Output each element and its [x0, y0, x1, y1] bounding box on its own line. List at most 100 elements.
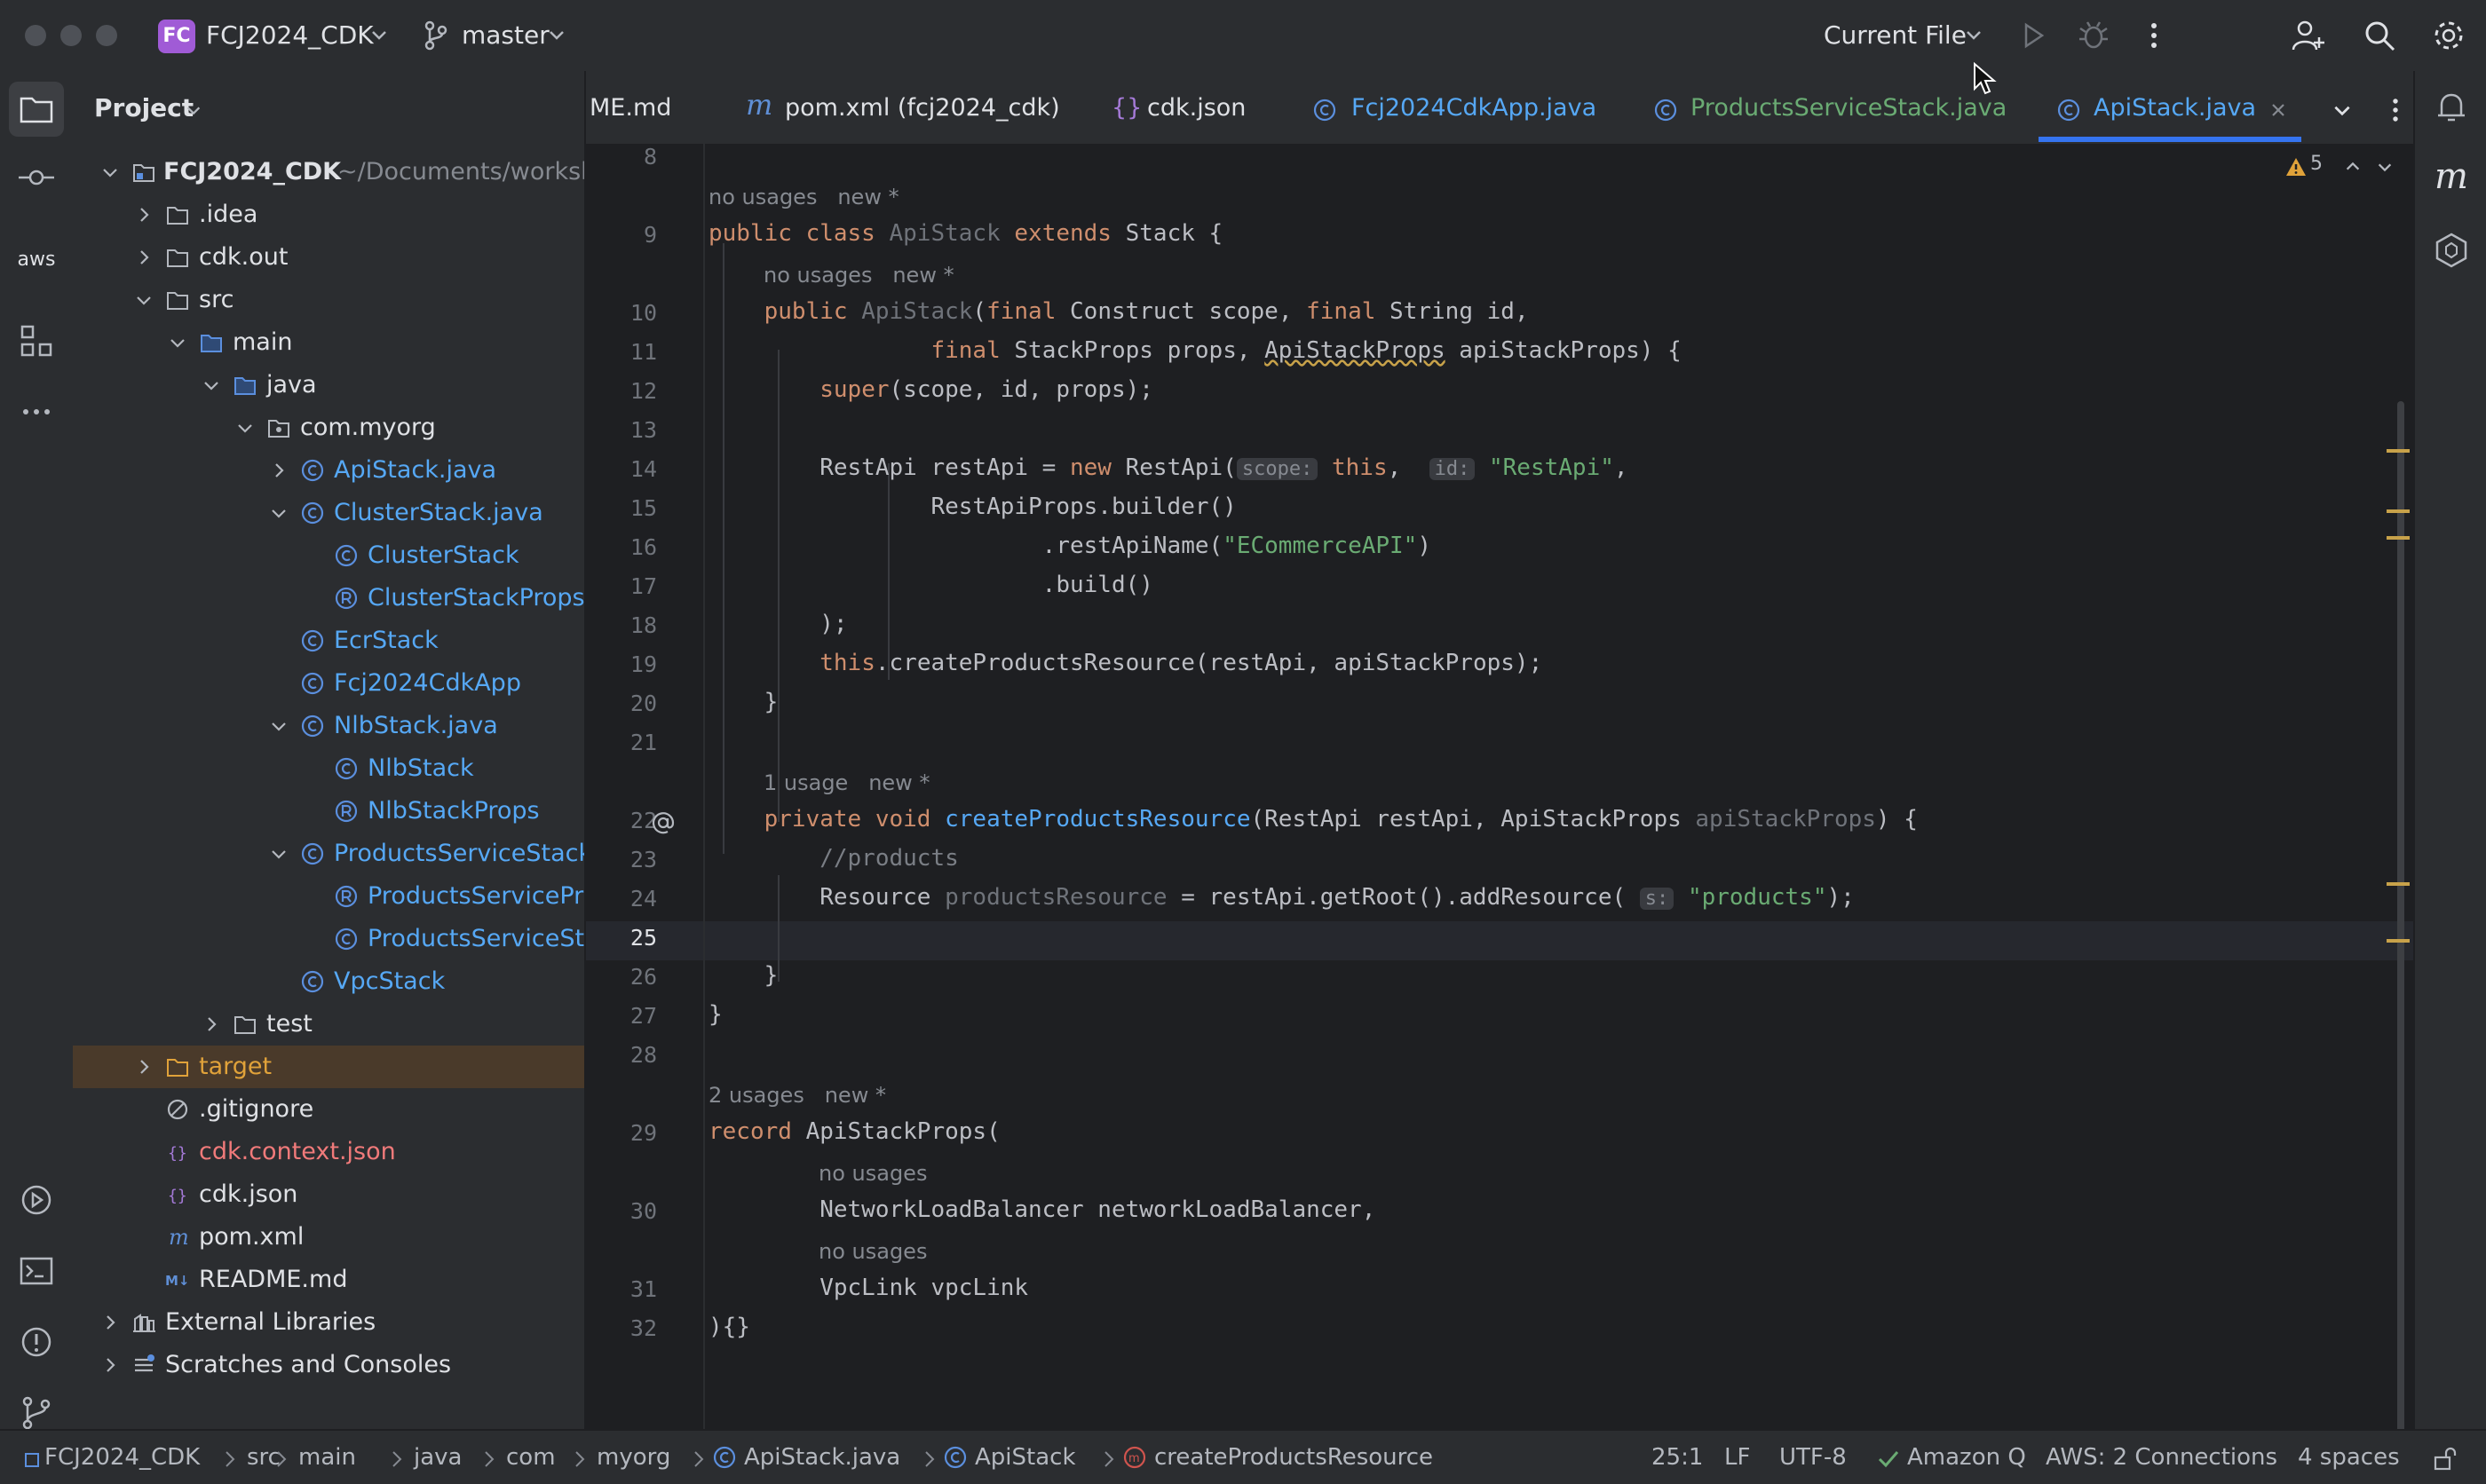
breadcrumb-item[interactable]: ApiStack — [975, 1441, 1076, 1473]
file-encoding[interactable]: UTF-8 — [1779, 1441, 1847, 1473]
lock-unlocked-icon[interactable] — [2431, 1445, 2458, 1472]
usage-hint[interactable]: no usages new * — [709, 185, 899, 209]
run-config-dropdown[interactable]: Current File — [1824, 18, 1967, 53]
settings-gear-icon[interactable] — [2429, 16, 2468, 55]
chevron-right-icon[interactable] — [135, 1058, 153, 1076]
project-badge[interactable]: FC — [158, 20, 195, 53]
usage-hint[interactable]: 1 usage new * — [764, 770, 930, 795]
tree-item-cdk-context-json[interactable]: {} cdk.context.json — [73, 1131, 584, 1173]
tree-item-nlbstack-file[interactable]: NlbStack.java — [73, 705, 584, 747]
add-user-icon[interactable] — [2289, 16, 2328, 55]
warning-stripe-mark[interactable] — [2387, 939, 2410, 943]
aws-connections[interactable]: AWS: 2 Connections — [2046, 1441, 2277, 1473]
chevron-right-icon[interactable] — [202, 1015, 220, 1033]
tree-item-pom-xml[interactable]: m pom.xml — [73, 1216, 584, 1259]
branch-dropdown[interactable]: master — [462, 18, 550, 53]
chevron-right-icon[interactable] — [101, 1314, 119, 1331]
chevron-down-icon[interactable] — [202, 376, 220, 394]
project-name-dropdown[interactable]: FCJ2024_CDK — [206, 18, 374, 53]
tree-item-clusterstack[interactable]: ClusterStack — [73, 534, 584, 577]
more-horizontal-icon[interactable] — [17, 392, 56, 431]
amazon-q-icon[interactable] — [2432, 231, 2471, 270]
tab-readme[interactable]: ME.md — [590, 91, 671, 126]
tab-pom-xml[interactable]: pom.xml (fcj2024_cdk) — [785, 91, 1060, 126]
terminal-icon[interactable] — [17, 1251, 56, 1291]
breadcrumb-item[interactable]: FCJ2024_CDK — [44, 1441, 200, 1473]
tree-item-clusterstack-file[interactable]: ClusterStack.java — [73, 492, 584, 534]
warning-icon[interactable] — [2285, 156, 2307, 178]
next-highlight-icon[interactable] — [2376, 158, 2394, 176]
chevron-down-icon[interactable] — [236, 419, 254, 437]
warnings-count[interactable]: 5 — [2310, 153, 2323, 175]
chevron-right-icon[interactable] — [135, 206, 153, 224]
aws-toolkit-icon[interactable]: aws — [14, 249, 59, 271]
tabs-more-icon[interactable] — [2378, 92, 2413, 128]
usage-hint[interactable]: no usages new * — [764, 263, 954, 288]
tree-item-fcj2024cdkapp[interactable]: Fcj2024CdkApp — [73, 662, 584, 705]
breadcrumb-item[interactable]: java — [414, 1441, 462, 1473]
git-icon[interactable] — [17, 1393, 56, 1433]
chevron-down-icon[interactable] — [270, 717, 288, 735]
tree-item-target[interactable]: target — [73, 1046, 584, 1088]
minimize-window-button[interactable] — [60, 25, 82, 46]
tab-apistack-active[interactable]: ApiStack.java — [2094, 91, 2256, 126]
chevron-right-icon[interactable] — [270, 462, 288, 479]
tree-item-com-myorg[interactable]: com.myorg — [73, 407, 584, 449]
chevron-down-icon[interactable] — [270, 845, 288, 863]
tree-item-test[interactable]: test — [73, 1003, 584, 1046]
code-editor[interactable]: 5 8 9 10 11 12 13 14 15 16 17 18 19 20 21 22 23 24 25 26 27… — [586, 144, 2413, 1429]
run-icon[interactable] — [2014, 16, 2053, 55]
notifications-bell-icon[interactable] — [2432, 87, 2471, 126]
tab-fcj2024cdkapp[interactable]: Fcj2024CdkApp.java — [1351, 91, 1596, 126]
tree-item-scratches[interactable]: Scratches and Consoles — [73, 1344, 584, 1386]
caret-position[interactable]: 25:1 — [1651, 1441, 1703, 1473]
tree-item-apistack[interactable]: ApiStack.java — [73, 449, 584, 492]
breadcrumb-item[interactable]: main — [298, 1441, 356, 1473]
tree-item-root[interactable]: FCJ2024_CDK~/Documents/workshop — [73, 151, 584, 193]
tree-item-productsservicestack-file[interactable]: ProductsServiceStack.j — [73, 833, 584, 875]
tree-item-cdk-out[interactable]: cdk.out — [73, 236, 584, 279]
tab-productsservicestack[interactable]: ProductsServiceStack.java — [1690, 91, 2007, 126]
tree-item-main[interactable]: main — [73, 321, 584, 364]
chevron-down-icon[interactable] — [270, 504, 288, 522]
chevron-down-icon[interactable] — [101, 163, 119, 181]
debug-icon[interactable] — [2074, 16, 2113, 55]
structure-icon[interactable] — [17, 321, 56, 360]
close-tab-icon[interactable] — [2269, 101, 2287, 119]
warning-stripe-mark[interactable] — [2387, 536, 2410, 540]
warning-stripe-mark[interactable] — [2387, 449, 2410, 453]
tab-cdk-json[interactable]: cdk.json — [1147, 91, 1246, 126]
problems-icon[interactable] — [17, 1322, 56, 1362]
tree-item-java[interactable]: java — [73, 364, 584, 407]
breadcrumb-item[interactable]: com — [506, 1441, 556, 1473]
usage-hint[interactable]: no usages — [819, 1239, 927, 1264]
chevron-right-icon[interactable] — [101, 1356, 119, 1374]
project-tool-button[interactable] — [9, 82, 64, 137]
annotation-at-icon[interactable] — [650, 809, 677, 836]
tree-item-productsservicestack[interactable]: ProductsServiceSta — [73, 918, 584, 960]
chevron-down-icon[interactable] — [169, 334, 186, 351]
warning-stripe-mark[interactable] — [2387, 509, 2410, 513]
chevron-down-icon[interactable] — [135, 291, 153, 309]
project-panel-title[interactable]: Project — [94, 91, 194, 126]
amazon-q-status[interactable]: Amazon Q — [1907, 1441, 2026, 1473]
breadcrumb-item[interactable]: ApiStack.java — [744, 1441, 900, 1473]
vertical-scrollbar[interactable] — [2397, 401, 2404, 1429]
tree-item-idea[interactable]: .idea — [73, 193, 584, 236]
previous-highlight-icon[interactable] — [2344, 158, 2362, 176]
tree-item-productsservicestackprops[interactable]: ProductsServicePro — [73, 875, 584, 918]
tree-item-vpcstack[interactable]: VpcStack — [73, 960, 584, 1003]
usage-hint[interactable]: no usages — [819, 1161, 927, 1186]
line-separator[interactable]: LF — [1724, 1441, 1750, 1473]
search-icon[interactable] — [2360, 16, 2399, 55]
breadcrumb-item[interactable]: createProductsResource — [1154, 1441, 1433, 1473]
services-icon[interactable] — [17, 1180, 56, 1220]
tree-item-nlbstackprops[interactable]: NlbStackProps — [73, 790, 584, 833]
commit-icon[interactable] — [17, 158, 56, 197]
chevron-right-icon[interactable] — [135, 249, 153, 266]
usage-hint[interactable]: 2 usages new * — [709, 1083, 886, 1108]
breadcrumb-item[interactable]: myorg — [597, 1441, 670, 1473]
tree-item-readme[interactable]: M↓ README.md — [73, 1259, 584, 1301]
close-window-button[interactable] — [25, 25, 46, 46]
tabs-dropdown-icon[interactable] — [2332, 99, 2353, 121]
